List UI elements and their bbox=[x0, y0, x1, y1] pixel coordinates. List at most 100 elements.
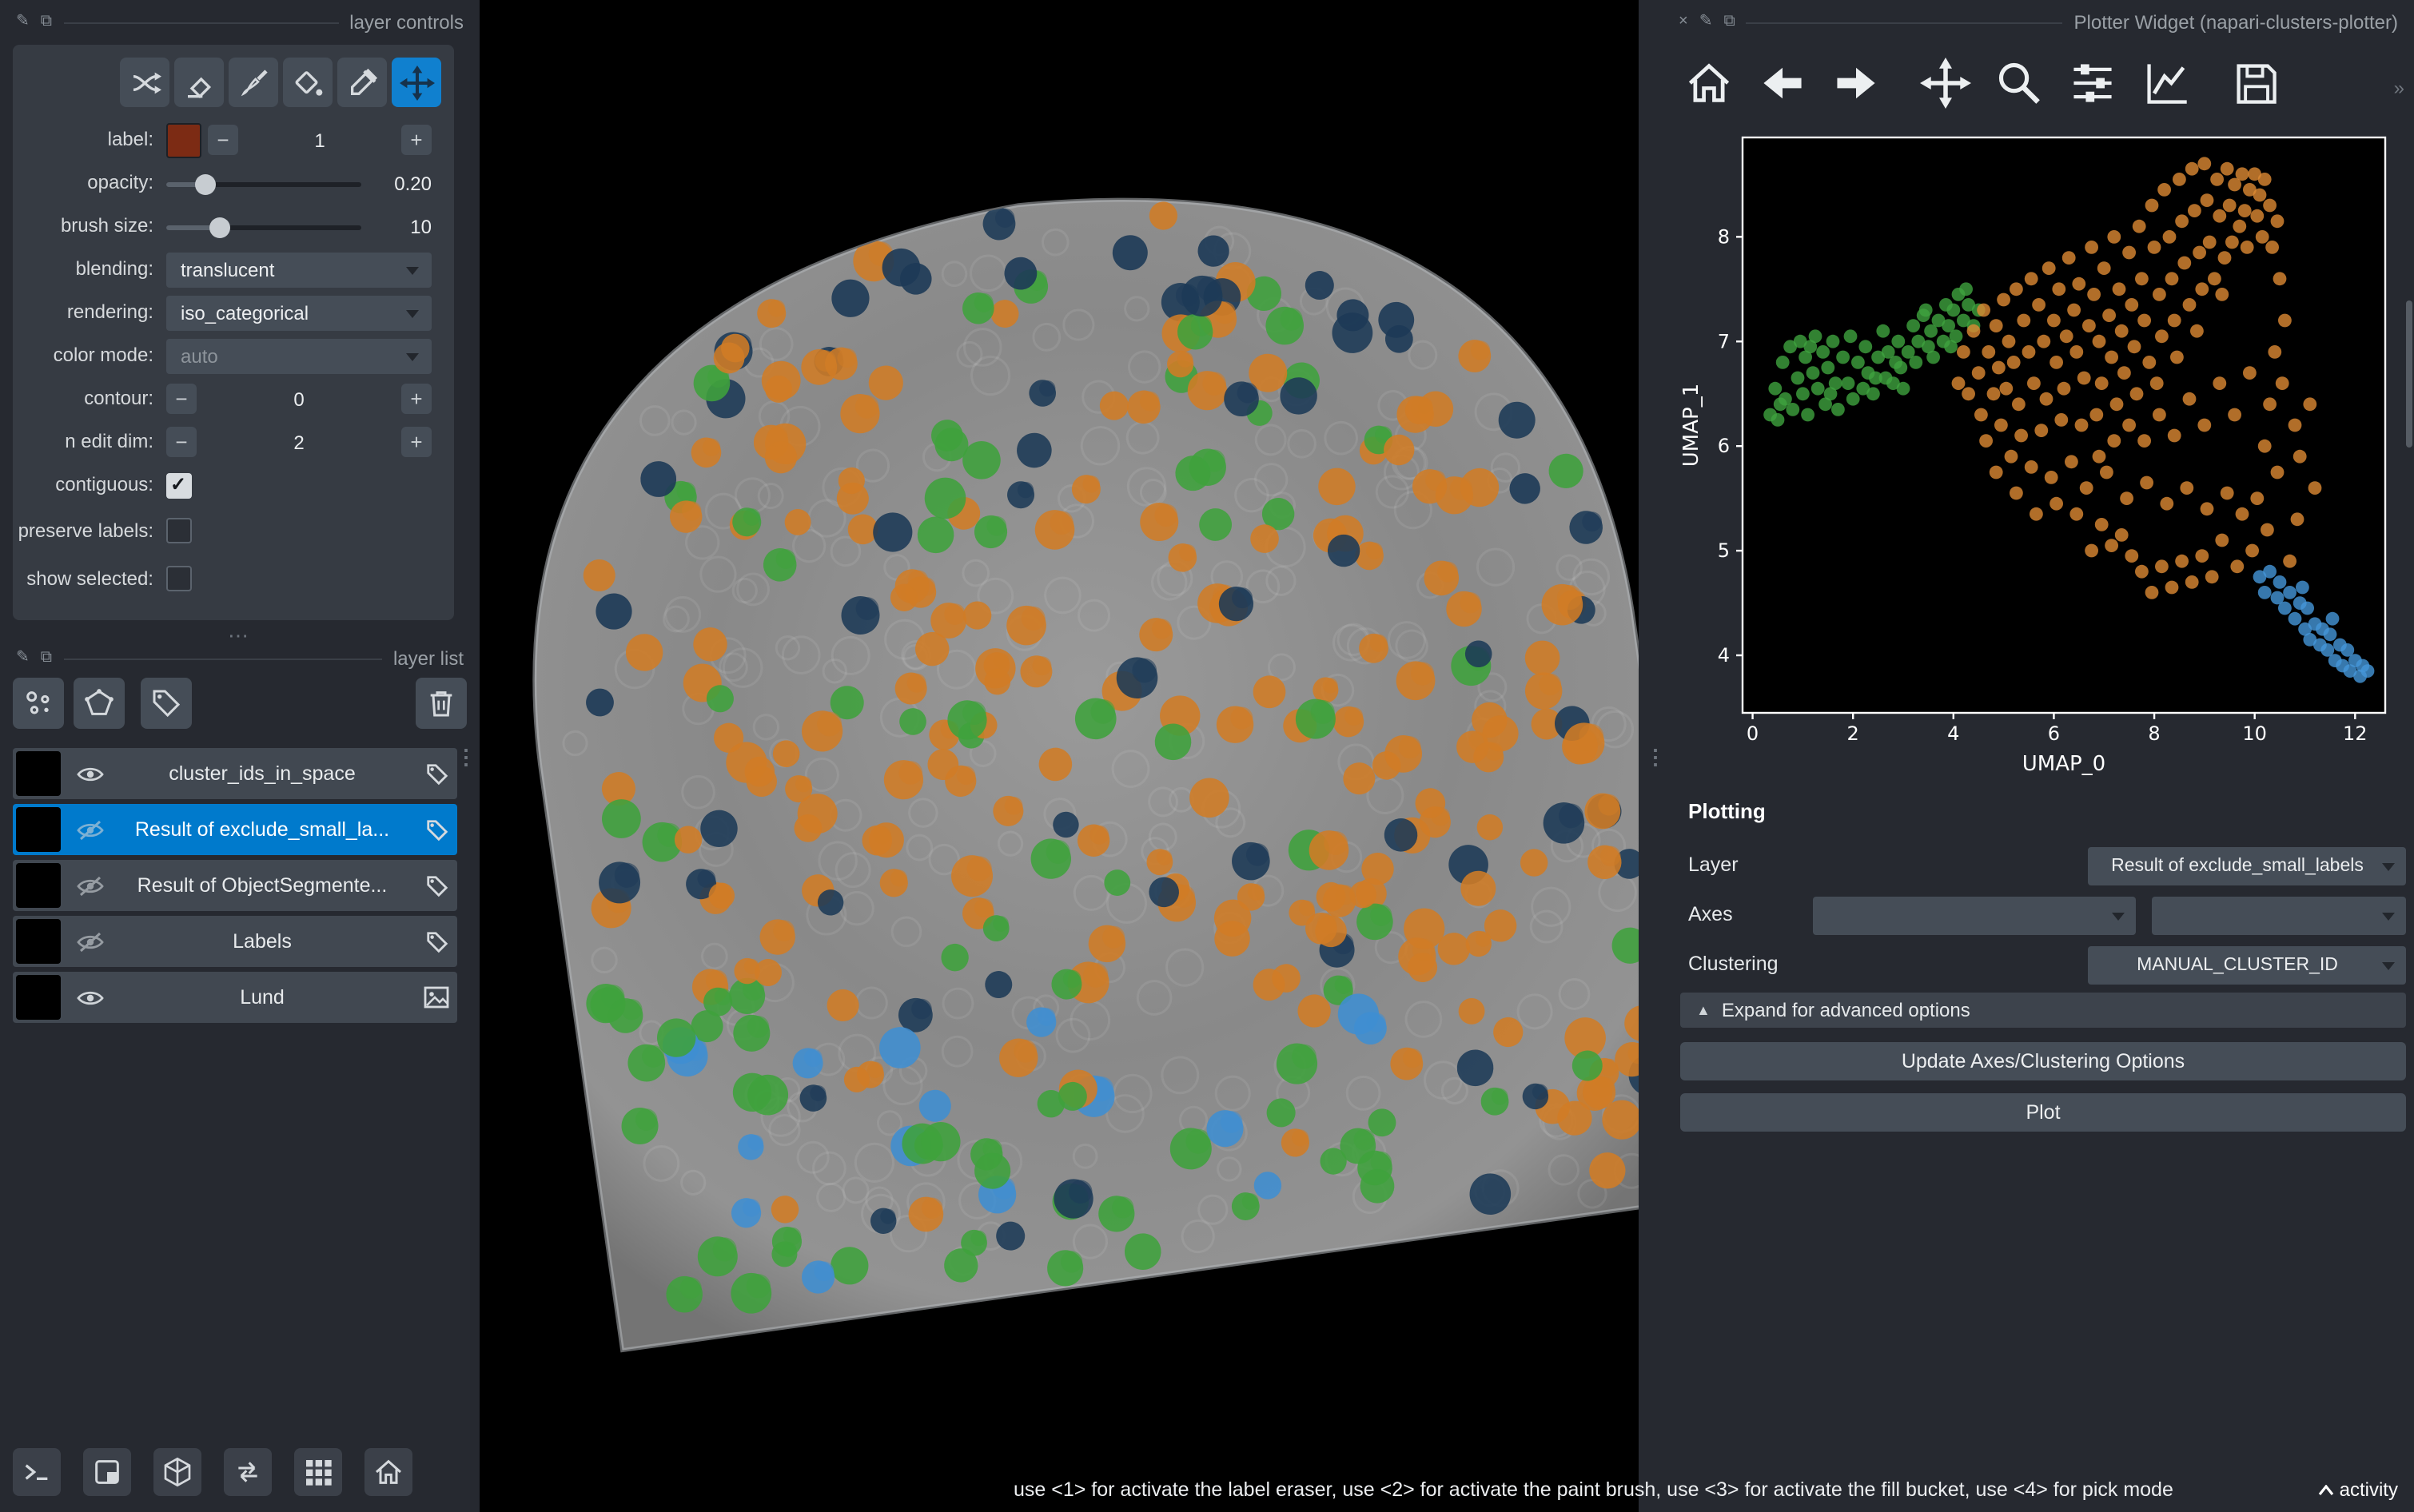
hide-dock-icon[interactable]: ✎ bbox=[16, 650, 30, 666]
layer-name: Lund bbox=[240, 986, 285, 1009]
visibility-on-icon[interactable] bbox=[70, 989, 109, 1006]
color-mode-dropdown[interactable]: auto bbox=[166, 338, 432, 373]
grid-icon bbox=[306, 1460, 332, 1486]
fill-bucket-icon bbox=[294, 70, 322, 95]
label-increment-button[interactable]: + bbox=[401, 125, 432, 155]
opacity-slider[interactable] bbox=[166, 172, 361, 194]
show-selected-checkbox[interactable] bbox=[166, 566, 192, 591]
plot-button[interactable]: Plot bbox=[1680, 1093, 2406, 1132]
layer-row[interactable]: Lund bbox=[13, 972, 457, 1023]
clustering-dropdown[interactable]: MANUAL_CLUSTER_ID bbox=[2088, 946, 2406, 985]
plot-back-button[interactable] bbox=[1755, 54, 1810, 112]
panel-splitter-handle[interactable]: ⋮ bbox=[456, 745, 476, 770]
x-axis-dropdown[interactable] bbox=[1813, 897, 2136, 935]
scrollbar-thumb[interactable] bbox=[2406, 300, 2412, 448]
color-mode-caption: color mode: bbox=[53, 344, 153, 366]
rendering-dropdown[interactable]: iso_categorical bbox=[166, 295, 432, 330]
layer-row[interactable]: Result of ObjectSegmente... bbox=[13, 860, 457, 911]
update-axes-clustering-button[interactable]: Update Axes/Clustering Options bbox=[1680, 1042, 2406, 1080]
preserve-labels-row: preserve labels: bbox=[13, 508, 454, 553]
plot-subplots-button[interactable] bbox=[2065, 54, 2120, 112]
layer-thumbnail bbox=[16, 919, 61, 964]
layer-list-header: ✎ ⧉ layer list bbox=[0, 643, 480, 674]
move-icon bbox=[1920, 58, 1971, 109]
float-dock-icon[interactable]: ⧉ bbox=[41, 14, 52, 30]
brush-size-slider[interactable] bbox=[166, 215, 361, 237]
preserve-labels-caption: preserve labels: bbox=[18, 519, 153, 541]
layer-thumbnail bbox=[16, 863, 61, 908]
layer-list-buttons bbox=[13, 678, 467, 729]
tool-buttons-row bbox=[13, 54, 454, 117]
transpose-dimensions-button[interactable] bbox=[224, 1448, 272, 1496]
delete-layer-button[interactable] bbox=[416, 678, 467, 729]
color-mode-row: color mode: auto bbox=[13, 336, 454, 376]
label-value[interactable]: 1 bbox=[238, 129, 401, 151]
fill-bucket-button[interactable] bbox=[283, 58, 333, 107]
viewer-canvas[interactable] bbox=[480, 0, 1639, 1512]
header-divider bbox=[63, 22, 339, 23]
toolbar-overflow-icon[interactable]: » bbox=[2394, 77, 2404, 99]
brush-size-slider-handle[interactable] bbox=[209, 217, 230, 237]
layer-select-dropdown[interactable]: Result of exclude_small_labels bbox=[2088, 847, 2406, 885]
grid-view-button[interactable] bbox=[294, 1448, 342, 1496]
hide-dock-icon[interactable]: ✎ bbox=[16, 14, 30, 30]
color-picker-button[interactable] bbox=[337, 58, 387, 107]
visibility-off-icon[interactable] bbox=[70, 819, 109, 840]
home-reset-view-button[interactable] bbox=[364, 1448, 412, 1496]
arrow-right-icon bbox=[1837, 67, 1875, 99]
close-dock-icon[interactable]: × bbox=[1679, 14, 1688, 30]
visibility-off-icon[interactable] bbox=[70, 875, 109, 896]
contour-increment-button[interactable]: + bbox=[401, 384, 432, 414]
opacity-row: opacity: 0.20 bbox=[13, 163, 454, 203]
svg-text:7: 7 bbox=[1718, 330, 1730, 352]
svg-text:0: 0 bbox=[1747, 722, 1759, 745]
eraser-button[interactable] bbox=[174, 58, 224, 107]
home-icon bbox=[1688, 63, 1730, 102]
plot-customize-button[interactable] bbox=[2139, 54, 2193, 112]
opacity-slider-handle[interactable] bbox=[195, 173, 217, 194]
plot-pan-button[interactable] bbox=[1918, 54, 1973, 112]
contour-decrement-button[interactable]: − bbox=[166, 384, 197, 414]
plot-save-button[interactable] bbox=[2229, 54, 2283, 112]
plot-forward-button[interactable] bbox=[1829, 54, 1883, 112]
new-points-layer-button[interactable] bbox=[13, 678, 64, 729]
umap-scatter-plot[interactable]: 0 2 4 6 8 10 12 4 5 6 7 8 UMAP_0 UMAP_1 bbox=[1675, 125, 2408, 812]
header-divider bbox=[63, 658, 382, 659]
y-axis-dropdown[interactable] bbox=[2152, 897, 2406, 935]
plot-home-button[interactable] bbox=[1682, 54, 1736, 112]
axes-select-label: Axes bbox=[1688, 903, 1733, 925]
advanced-options-expander[interactable]: ▲ Expand for advanced options bbox=[1680, 993, 2406, 1028]
plot-zoom-button[interactable] bbox=[1992, 54, 2046, 112]
layer-row[interactable]: cluster_ids_in_space bbox=[13, 748, 457, 799]
dock-splitter[interactable]: ⋮ bbox=[1639, 0, 1666, 1512]
layer-row[interactable]: Labels bbox=[13, 916, 457, 967]
pan-zoom-button[interactable] bbox=[392, 58, 441, 107]
advanced-options-label: Expand for advanced options bbox=[1721, 999, 1970, 1021]
console-button[interactable] bbox=[13, 1448, 61, 1496]
float-dock-icon[interactable]: ⧉ bbox=[1723, 14, 1735, 30]
shuffle-colors-button[interactable] bbox=[120, 58, 169, 107]
visibility-off-icon[interactable] bbox=[70, 931, 109, 952]
n-edit-dim-increment-button[interactable]: + bbox=[401, 427, 432, 457]
contiguous-checkbox[interactable] bbox=[166, 472, 192, 498]
layer-row[interactable]: Result of exclude_small_la... bbox=[13, 804, 457, 855]
ndisplay-toggle-button[interactable] bbox=[83, 1448, 131, 1496]
n-edit-dim-decrement-button[interactable]: − bbox=[166, 427, 197, 457]
visibility-on-icon[interactable] bbox=[70, 765, 109, 782]
preserve-labels-checkbox[interactable] bbox=[166, 518, 192, 543]
float-dock-icon[interactable]: ⧉ bbox=[41, 650, 52, 666]
label-caption: label: bbox=[107, 128, 153, 150]
hide-dock-icon[interactable]: ✎ bbox=[1699, 14, 1713, 30]
activity-button[interactable]: activity bbox=[2319, 1478, 2398, 1501]
save-icon bbox=[2237, 64, 2277, 104]
roll-dimensions-button[interactable] bbox=[153, 1448, 201, 1496]
label-decrement-button[interactable]: − bbox=[208, 125, 238, 155]
contour-value[interactable]: 0 bbox=[197, 388, 401, 410]
n-edit-dim-value[interactable]: 2 bbox=[197, 431, 401, 453]
new-shapes-layer-button[interactable] bbox=[74, 678, 125, 729]
new-labels-layer-button[interactable] bbox=[141, 678, 192, 729]
blending-dropdown[interactable]: translucent bbox=[166, 252, 432, 287]
activity-label: activity bbox=[2339, 1478, 2398, 1501]
paint-brush-button[interactable] bbox=[229, 58, 278, 107]
rendering-caption: rendering: bbox=[66, 300, 153, 323]
